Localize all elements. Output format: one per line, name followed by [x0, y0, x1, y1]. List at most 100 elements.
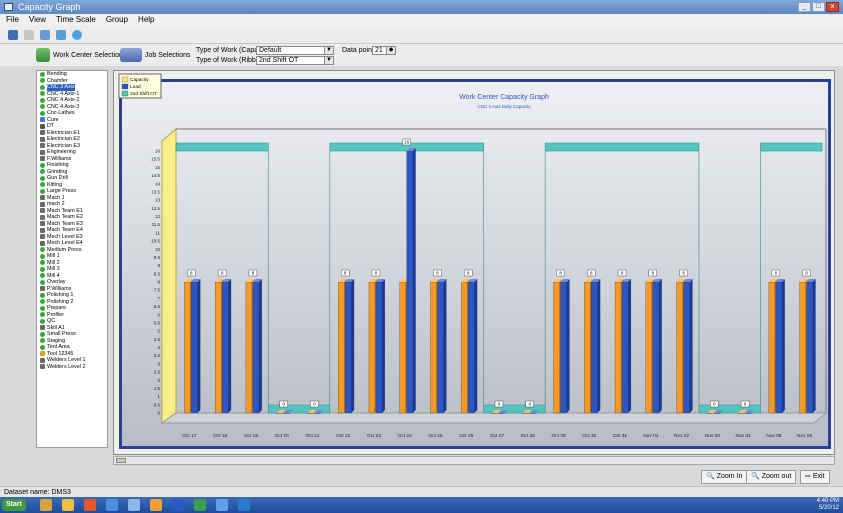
chart-legend: CapacityLoad2nd Shift OT: [118, 73, 162, 99]
system-tray: 4:40 PM 5/20/12: [817, 498, 839, 512]
print-icon[interactable]: [40, 29, 50, 40]
bar-side: [412, 148, 416, 413]
taskbar-app-icon[interactable]: [150, 499, 162, 511]
y-tick-label: 15: [155, 165, 161, 170]
taskbar-app-icon[interactable]: [84, 499, 96, 511]
capacity-bar: [491, 412, 499, 414]
data-points-value: 21: [375, 47, 383, 54]
type-of-work-capacity-select[interactable]: Default ▼: [256, 46, 334, 55]
y-tick-label: 11.5: [152, 222, 161, 227]
legend-swatch: [121, 76, 129, 83]
capacity-bar: [799, 281, 806, 414]
y-tick-label: 0.5: [154, 402, 161, 407]
green-circle-icon: [40, 162, 45, 168]
chart-title: Work Center Capacity Graph: [459, 94, 549, 101]
title-bar: Capacity Graph _ □ x: [0, 0, 843, 14]
y-tick-label: 11: [155, 230, 160, 235]
load-bar: [468, 281, 475, 414]
capacity-bar: [584, 281, 591, 414]
bar-side: [228, 279, 232, 413]
warning-icon: [40, 351, 45, 357]
taskbar-app-icon[interactable]: [128, 499, 140, 511]
bar-side: [812, 279, 816, 413]
y-tick-label: 9.5: [154, 255, 161, 260]
horizontal-scrollbar[interactable]: [113, 456, 835, 465]
capacity-bar: [276, 412, 283, 414]
load-bar: [621, 281, 629, 414]
y-tick-label: 10.5: [151, 239, 160, 244]
load-bar: [591, 281, 598, 414]
job-selections-button[interactable]: Job Selections: [120, 46, 191, 64]
taskbar-app-icon[interactable]: [194, 499, 206, 511]
chart-panel: Work Center Capacity Graph CNC 3 Axis Da…: [113, 70, 835, 455]
load-bar: [714, 412, 721, 414]
y-tick-label: 5.5: [154, 320, 161, 325]
taskbar-app-icon[interactable]: [62, 499, 74, 511]
dataset-name: Dataset name: DMS3: [4, 489, 71, 496]
x-tick-label: Oct 28: [521, 433, 535, 439]
zoom-in-button[interactable]: 🔍 Zoom In: [701, 470, 748, 484]
y-tick-label: 8.5: [154, 271, 161, 276]
legend-swatch: [121, 90, 129, 97]
app-icon: [4, 3, 13, 11]
load-bar: [221, 281, 229, 414]
work-center-selections-button[interactable]: Work Center Selections: [36, 46, 126, 64]
y-tick-label: 14.5: [151, 173, 160, 178]
x-tick-label: Oct 29: [551, 433, 565, 439]
tree-item[interactable]: Welders Level 2: [37, 364, 107, 371]
data-points-spinner[interactable]: 21 ◆: [372, 46, 396, 55]
maximize-button[interactable]: □: [812, 2, 825, 12]
type-of-work-ribbon-select[interactable]: 2nd Shift OT ▼: [256, 56, 334, 65]
people-icon: [40, 240, 45, 246]
help-icon[interactable]: [72, 29, 82, 40]
menu-file[interactable]: File: [6, 14, 19, 26]
y-tick-label: 15.5: [151, 157, 160, 162]
scrollbar-thumb[interactable]: [116, 458, 126, 463]
capacity-bar: [399, 281, 406, 414]
y-tick-label: 3.5: [154, 353, 161, 358]
menu-group[interactable]: Group: [106, 14, 128, 26]
taskbar-app-icon[interactable]: [238, 499, 250, 511]
minimize-button[interactable]: _: [798, 2, 811, 12]
people-icon: [40, 214, 45, 220]
menu-help[interactable]: Help: [138, 14, 154, 26]
taskbar-app-icon[interactable]: [106, 499, 118, 511]
taskbar-app-icon[interactable]: [172, 499, 184, 511]
selection-toolbar: Work Center Selections Job Selections Ty…: [0, 44, 843, 66]
exit-label: Exit: [812, 473, 825, 480]
window-title: Capacity Graph: [18, 2, 81, 12]
exit-button[interactable]: ⇨ Exit: [800, 470, 830, 484]
bar-side: [381, 279, 385, 413]
bar-side: [351, 279, 355, 413]
menu-time-scale[interactable]: Time Scale: [56, 14, 96, 26]
bar-side: [628, 279, 632, 413]
filter-icon[interactable]: [8, 29, 18, 40]
windows-taskbar: Start 4:40 PM 5/20/12: [0, 497, 843, 513]
taskbar-app-icon[interactable]: [216, 499, 228, 511]
work-center-tree[interactable]: Bending Chamfer CNC 3 Axis CNC 4 Axis-1 CNC …: [36, 70, 108, 448]
green-circle-icon: [40, 188, 45, 194]
start-button[interactable]: Start: [2, 499, 26, 511]
taskbar-app-icon[interactable]: [40, 499, 52, 511]
window-controls: _ □ x: [798, 2, 839, 12]
close-button[interactable]: x: [826, 2, 839, 12]
y-tick-label: 13: [155, 198, 161, 203]
zoom-icon[interactable]: [56, 29, 66, 40]
y-tick-label: 1.5: [154, 386, 161, 391]
load-bar: [683, 281, 690, 414]
bar-side: [658, 279, 662, 413]
load-bar: [560, 281, 567, 414]
people-icon: [40, 357, 45, 363]
x-tick-label: Oct 23: [367, 433, 381, 439]
load-bar: [652, 281, 659, 414]
y-tick-label: 10: [155, 247, 161, 252]
spinner-arrows-icon[interactable]: ◆: [386, 47, 395, 54]
load-bar: [775, 281, 783, 414]
capacity-bar: [368, 281, 376, 414]
x-tick-label: Nov 01: [643, 433, 659, 439]
menu-view[interactable]: View: [29, 14, 46, 26]
people-icon: [40, 130, 45, 136]
zoom-out-button[interactable]: 🔍 Zoom out: [746, 470, 797, 484]
chart-subtitle: CNC 3 Axis Daily Capacity: [477, 104, 531, 109]
x-tick-label: Oct 31: [613, 433, 627, 439]
